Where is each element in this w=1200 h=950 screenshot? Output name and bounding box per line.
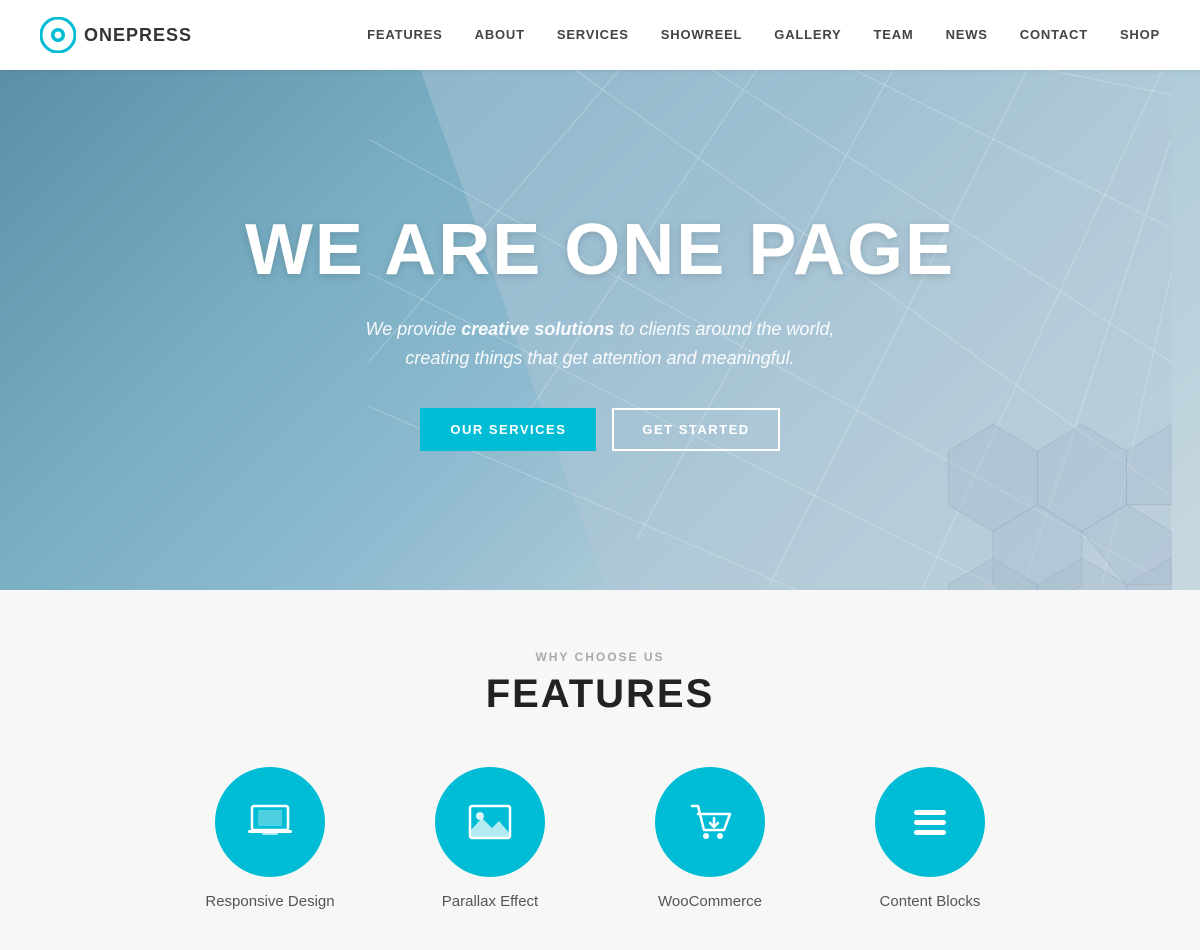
- cart-icon: [684, 796, 736, 848]
- hero-buttons: OUR SERVICES GET STARTED: [245, 408, 955, 451]
- features-section: WHY CHOOSE US FEATURES Responsive Design: [0, 590, 1200, 950]
- content-blocks-label: Content Blocks: [880, 893, 981, 910]
- features-subtitle: WHY CHOOSE US: [40, 650, 1160, 664]
- responsive-icon-circle: [215, 767, 325, 877]
- feature-parallax: Parallax Effect: [410, 767, 570, 910]
- woocommerce-label: WooCommerce: [658, 893, 762, 910]
- logo[interactable]: ONEPRESS: [40, 17, 192, 53]
- nav-team[interactable]: TEAM: [874, 27, 914, 42]
- nav-news[interactable]: NEWS: [946, 27, 988, 42]
- logo-text: ONEPRESS: [84, 25, 192, 46]
- nav-contact[interactable]: CONTACT: [1020, 27, 1088, 42]
- hero-subtitle: We provide creative solutions to clients…: [340, 315, 860, 373]
- responsive-label: Responsive Design: [205, 893, 334, 910]
- feature-responsive: Responsive Design: [190, 767, 350, 910]
- navbar: ONEPRESS FEATURES ABOUT SERVICES SHOWREE…: [0, 0, 1200, 70]
- laptop-icon: [244, 796, 296, 848]
- nav-shop[interactable]: SHOP: [1120, 27, 1160, 42]
- image-icon: [464, 796, 516, 848]
- hero-content: WE ARE ONE PAGE We provide creative solu…: [225, 209, 975, 452]
- hero-section: WE ARE ONE PAGE We provide creative solu…: [0, 70, 1200, 590]
- nav-gallery[interactable]: GALLERY: [774, 27, 841, 42]
- nav-showreel[interactable]: SHOWREEL: [661, 27, 743, 42]
- parallax-icon-circle: [435, 767, 545, 877]
- logo-icon: [40, 17, 76, 53]
- nav-services[interactable]: SERVICES: [557, 27, 629, 42]
- feature-content-blocks: Content Blocks: [850, 767, 1010, 910]
- our-services-button[interactable]: OUR SERVICES: [420, 408, 596, 451]
- nav-features[interactable]: FEATURES: [367, 27, 443, 42]
- get-started-button[interactable]: GET STARTED: [612, 408, 779, 451]
- features-grid: Responsive Design Parallax Effect: [40, 767, 1160, 910]
- content-blocks-icon-circle: [875, 767, 985, 877]
- hero-title: WE ARE ONE PAGE: [245, 209, 955, 291]
- woocommerce-icon-circle: [655, 767, 765, 877]
- nav-menu: FEATURES ABOUT SERVICES SHOWREEL GALLERY…: [367, 26, 1160, 44]
- nav-about[interactable]: ABOUT: [475, 27, 525, 42]
- menu-icon: [904, 796, 956, 848]
- features-title: FEATURES: [40, 672, 1160, 717]
- feature-woocommerce: WooCommerce: [630, 767, 790, 910]
- parallax-label: Parallax Effect: [442, 893, 538, 910]
